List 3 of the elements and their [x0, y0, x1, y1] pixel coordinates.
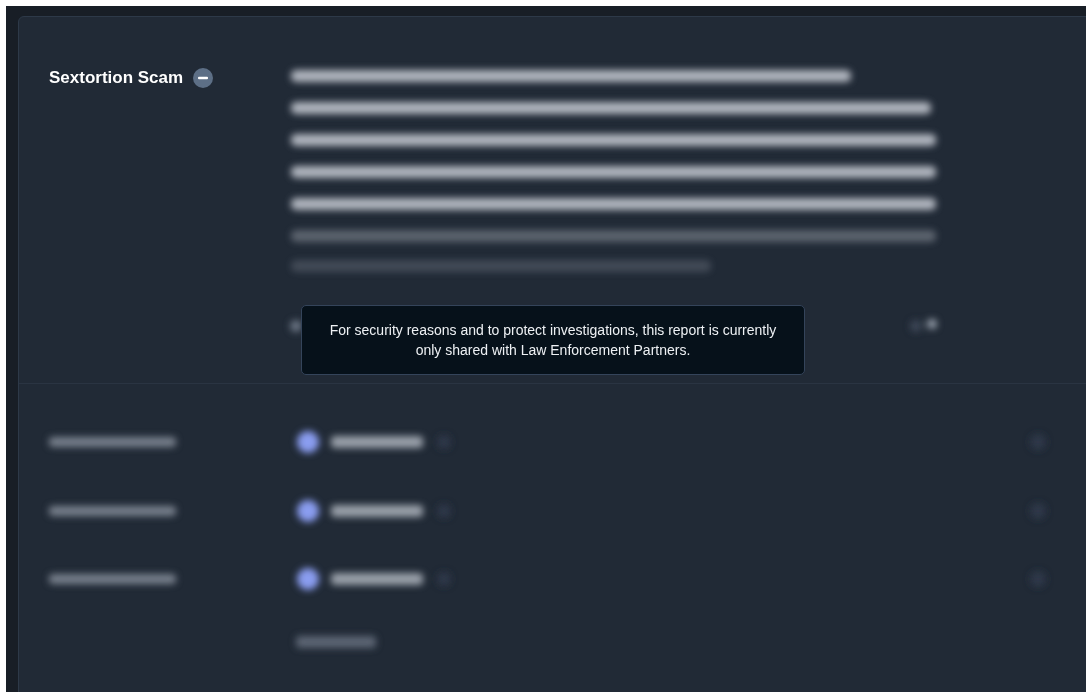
tooltip: For security reasons and to protect investigations, this report is currently only shared with Law Enforcement Partners.: [301, 305, 805, 375]
collapse-icon[interactable]: [193, 68, 214, 88]
section-title: Sextortion Scam: [49, 68, 184, 88]
